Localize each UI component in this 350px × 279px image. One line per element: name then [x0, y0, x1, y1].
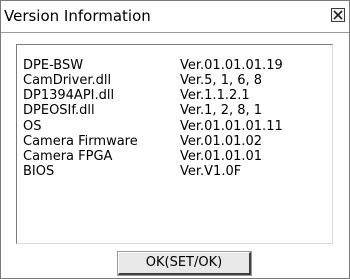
component-version: Ver.1, 2, 8, 1	[180, 103, 263, 118]
component-name: Camera Firmware	[23, 134, 138, 149]
component-name: DPE-BSW	[23, 58, 84, 73]
component-name: Camera FPGA	[23, 149, 113, 164]
dialog-title: Version Information	[4, 7, 151, 25]
component-name: OS	[23, 119, 42, 134]
component-version: Ver.5, 1, 6, 8	[180, 73, 263, 88]
component-version: Ver.01.01.01.11	[180, 119, 283, 134]
component-version: Ver.01.01.01.19	[180, 58, 283, 73]
component-name: DPEOSIf.dll	[23, 103, 95, 118]
component-version: Ver.01.01.02	[180, 134, 263, 149]
title-bar: Version Information	[1, 1, 349, 31]
close-icon	[333, 10, 343, 20]
close-button[interactable]	[331, 8, 345, 22]
component-version: Ver.01.01.01	[180, 149, 263, 164]
version-dialog: Version Information DPE-BSW Ver.01.01.01…	[0, 0, 350, 279]
component-name: CamDriver.dll	[23, 73, 112, 88]
component-version: Ver.1.1.2.1	[180, 88, 250, 103]
component-name: DP1394API.dll	[23, 88, 115, 103]
component-version: Ver.V1.0F	[180, 164, 242, 179]
title-divider	[1, 32, 349, 33]
version-list[interactable]: DPE-BSW Ver.01.01.01.19 CamDriver.dll Ve…	[16, 44, 333, 244]
component-name: BIOS	[23, 164, 55, 179]
ok-button[interactable]: OK(SET/OK)	[117, 251, 252, 276]
